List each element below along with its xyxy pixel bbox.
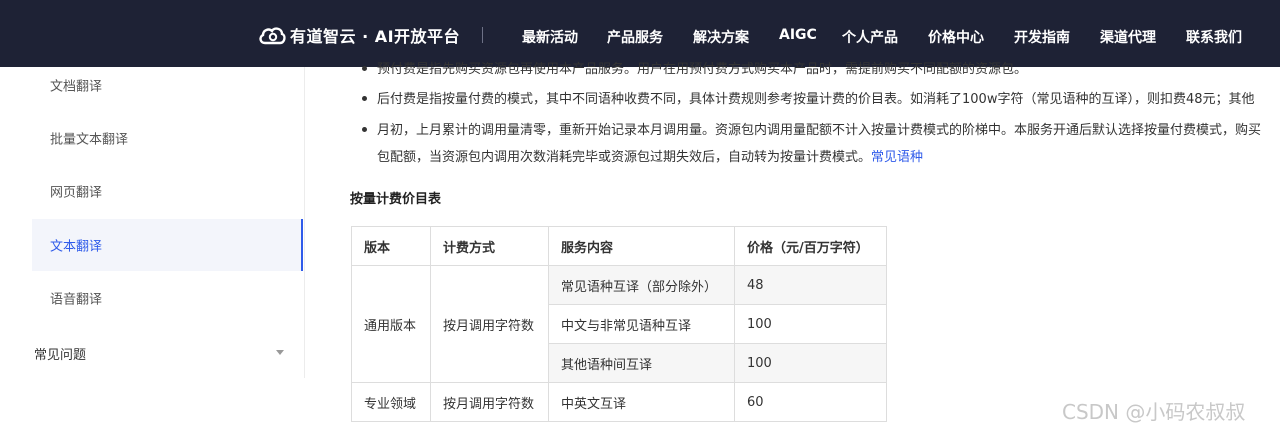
cell-service: 中文与非常见语种互译 <box>548 304 735 344</box>
sidebar-group-faq[interactable]: 常见问题 <box>34 340 289 364</box>
cell-price: 100 <box>734 304 887 344</box>
sidebar-item-text-translation[interactable]: 文本翻译 <box>32 219 303 271</box>
nav-item-channel-agents[interactable]: 渠道代理 <box>1100 27 1156 47</box>
sidebar-divider <box>304 67 305 378</box>
watermark: CSDN @小码农叔叔 <box>1062 400 1246 424</box>
cell-service: 中英文互译 <box>548 382 735 422</box>
cell-billing: 按月调用字符数 <box>430 265 549 383</box>
cell-price: 48 <box>734 265 887 305</box>
cell-service: 常见语种互译（部分除外） <box>548 265 735 305</box>
nav-item-pricing[interactable]: 价格中心 <box>928 27 984 47</box>
bullet-monthly-reset-continuation: 包配额，当资源包内调用次数消耗完毕或资源包过期失效后，自动转为按量计费模式。常见… <box>377 146 923 165</box>
bullet-continuation-text: 包配额，当资源包内调用次数消耗完毕或资源包过期失效后，自动转为按量计费模式。 <box>377 150 872 165</box>
nav-item-personal-products[interactable]: 个人产品 <box>842 27 898 47</box>
bullet-postpaid: 后付费是指按量付费的模式，其中不同语种收费不同，具体计费规则参考按量计费的价目表… <box>377 92 1255 107</box>
bullet-dot <box>362 127 367 132</box>
bullet-dot <box>362 66 367 71</box>
bullet-dot <box>362 96 367 101</box>
cell-price: 60 <box>734 382 887 422</box>
nav-item-aigc[interactable]: AIGC <box>779 27 817 43</box>
price-table: 版本 计费方式 服务内容 价格（元/百万字符） 通用版本 按月调用字符数 常见语… <box>351 226 887 422</box>
sidebar-item-label: 批量文本翻译 <box>50 132 129 148</box>
nav-item-contact-us[interactable]: 联系我们 <box>1186 27 1242 47</box>
nav-item-latest-events[interactable]: 最新活动 <box>522 27 578 47</box>
sidebar-item-label: 网页翻译 <box>50 185 103 201</box>
common-languages-link[interactable]: 常见语种 <box>871 150 923 165</box>
cell-service: 其他语种间互译 <box>548 343 735 383</box>
column-header-price: 价格（元/百万字符） <box>734 226 887 266</box>
caret-down-icon <box>276 350 284 355</box>
sidebar-item-label: 文档翻译 <box>50 79 103 95</box>
sidebar-item-label: 语音翻译 <box>50 292 103 308</box>
section-title: 按量计费价目表 <box>350 192 442 207</box>
nav-item-products[interactable]: 产品服务 <box>607 27 663 47</box>
table-header-row: 版本 计费方式 服务内容 价格（元/百万字符） <box>351 226 887 266</box>
nav-item-dev-guide[interactable]: 开发指南 <box>1014 27 1070 47</box>
nav-item-solutions[interactable]: 解决方案 <box>693 27 749 47</box>
table-row: 通用版本 按月调用字符数 常见语种互译（部分除外） 48 <box>351 265 887 383</box>
sidebar-item-web-translation[interactable]: 网页翻译 <box>32 165 303 217</box>
column-header-billing: 计费方式 <box>430 226 549 266</box>
sidebar-group-label: 常见问题 <box>34 348 87 363</box>
sidebar-item-speech-translation[interactable]: 语音翻译 <box>32 272 303 324</box>
cell-price: 100 <box>734 343 887 383</box>
cell-version: 专业领域 <box>351 382 431 422</box>
cell-version: 通用版本 <box>351 265 431 383</box>
sidebar-item-batch-text-translation[interactable]: 批量文本翻译 <box>32 112 303 164</box>
bullet-monthly-reset: 月初，上月累计的调用量清零，重新开始记录本月调用量。资源包内调用量配额不计入按量… <box>377 123 1262 138</box>
top-navbar: 有道智云 · AI开放平台 最新活动 产品服务 解决方案 AIGC 个人产品 价… <box>0 0 1280 67</box>
table-row: 专业领域 按月调用字符数 中英文互译 60 <box>351 382 887 422</box>
main-nav: 最新活动 产品服务 解决方案 AIGC 个人产品 价格中心 开发指南 渠道代理 … <box>0 27 1280 47</box>
column-header-service: 服务内容 <box>548 226 735 266</box>
sidebar-item-label: 文本翻译 <box>50 239 103 255</box>
cell-billing: 按月调用字符数 <box>430 382 549 422</box>
column-header-version: 版本 <box>351 226 431 266</box>
sidebar-item-document-translation[interactable]: 文档翻译 <box>32 59 303 111</box>
bullet-prepaid: 预付费是指先购买资源包再使用本产品服务。用户在用预付费方式购买本产品时，需提前购… <box>377 62 1028 77</box>
